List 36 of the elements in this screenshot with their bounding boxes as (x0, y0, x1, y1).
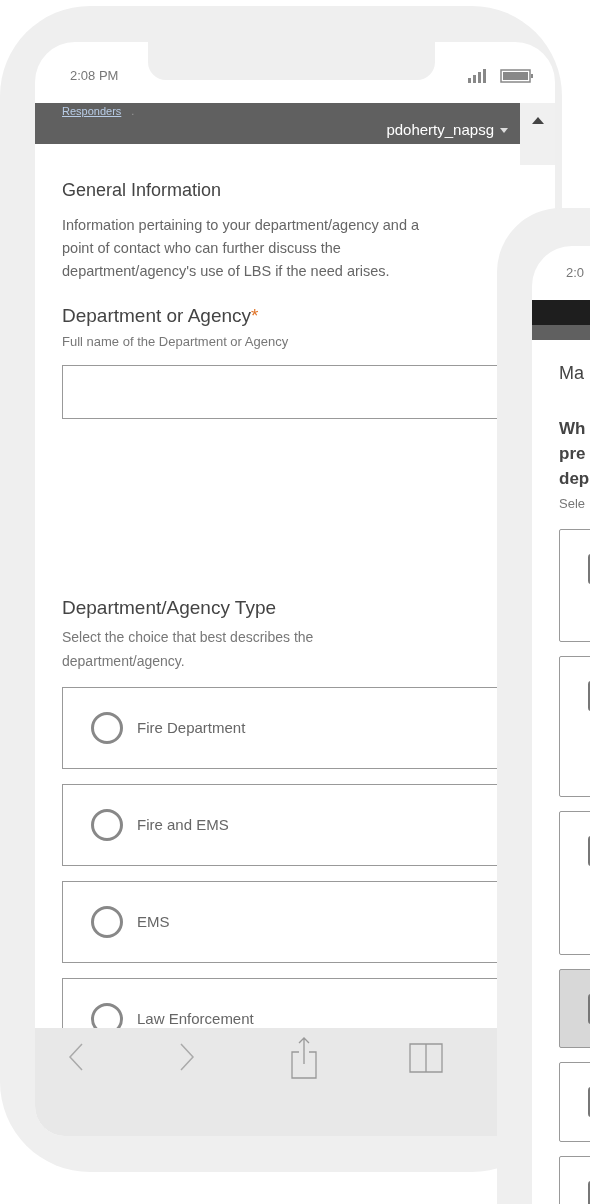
book-icon[interactable] (408, 1042, 444, 1074)
radio-button[interactable] (91, 712, 123, 744)
radio-button[interactable] (91, 906, 123, 938)
radio-button[interactable] (91, 1003, 123, 1028)
question-text: Wh (559, 418, 587, 440)
option-label: Law Enforcement (137, 1008, 254, 1028)
option-label: Fire Department (137, 717, 246, 738)
field-hint: Select the choice that best describes the department/agency. (62, 628, 315, 671)
radio-option[interactable]: EMS (62, 881, 497, 963)
share-icon[interactable] (290, 1036, 318, 1080)
radio-option[interactable]: Fire and EMS (62, 784, 497, 866)
option-label: EMS (137, 911, 170, 932)
header-punctuation: . (131, 105, 135, 118)
question-text: dep (559, 468, 590, 490)
battery-icon (500, 68, 533, 83)
option-label: Fire and EMS (137, 814, 229, 835)
scroll-up-icon[interactable] (531, 117, 544, 124)
section-title: Ma (559, 362, 585, 385)
header-link[interactable]: Responders (62, 105, 122, 118)
required-asterisk: * (251, 304, 259, 328)
user-menu-button[interactable]: pdoherty_napsg (386, 120, 508, 140)
status-time: 2:0 (566, 264, 585, 283)
caret-icon (500, 127, 508, 133)
section-description: Information pertaining to your department/agency and a point of contact who can further discuss the department/agency's use of LBS if the need arises. (62, 216, 421, 281)
radio-button[interactable] (91, 809, 123, 841)
field-hint: Full name of the Department or Agency (62, 333, 290, 351)
radio-option[interactable]: Fire Department (62, 687, 497, 769)
input-field[interactable] (62, 365, 497, 419)
forward-icon[interactable] (179, 1042, 195, 1072)
field-label: Department/Agency Type (62, 596, 278, 620)
back-icon[interactable] (68, 1042, 84, 1072)
field-label: Department or Agency (62, 304, 252, 328)
field-hint: Sele (559, 495, 587, 513)
status-time: 2:08 PM (70, 66, 119, 85)
question-text: pre (559, 443, 587, 465)
section-title: General Information (62, 179, 223, 202)
